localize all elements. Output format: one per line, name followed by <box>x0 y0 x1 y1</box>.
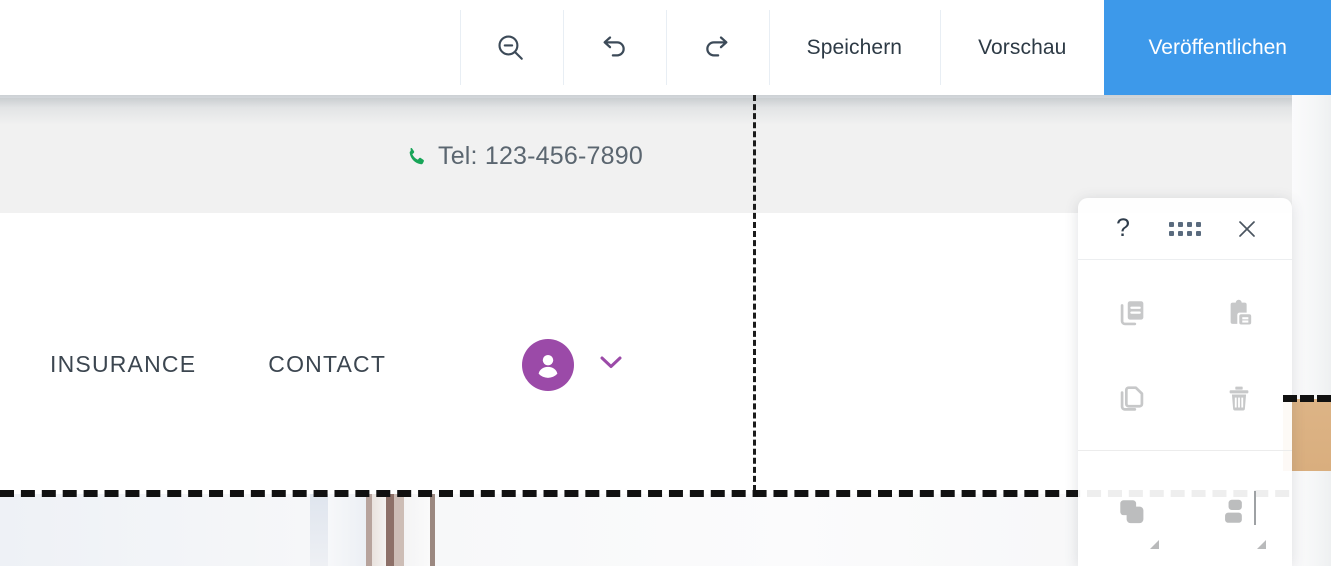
group-button[interactable] <box>1078 469 1185 559</box>
paste-icon <box>1222 297 1256 336</box>
selection-guide-vertical <box>753 95 756 491</box>
nav-item-insurance[interactable]: INSURANCE <box>50 351 196 378</box>
panel-arrange-grid <box>1078 451 1292 559</box>
nav-item-contact[interactable]: CONTACT <box>268 351 386 378</box>
undo-button[interactable] <box>562 0 666 95</box>
account-block <box>522 338 626 391</box>
publish-button[interactable]: Veröffentlichen <box>1104 0 1331 95</box>
group-layers-icon <box>1113 493 1151 536</box>
delete-button[interactable] <box>1185 359 1292 444</box>
duplicate-button[interactable] <box>1078 359 1185 444</box>
chevron-down-icon[interactable] <box>596 351 626 378</box>
copy-button[interactable] <box>1078 274 1185 359</box>
site-contact-bar[interactable]: Tel: 123-456-7890 <box>0 98 1331 213</box>
drag-handle-icon[interactable] <box>1164 208 1206 250</box>
panel-action-grid <box>1078 260 1292 444</box>
site-nav-items: INSURANCE CONTACT <box>50 338 626 391</box>
phone-icon <box>404 145 428 169</box>
editor-screen: Speichern Vorschau Veröffentlichen Tel: … <box>0 0 1331 566</box>
trash-icon <box>1222 382 1256 421</box>
copy-icon <box>1115 297 1149 336</box>
resize-corner-icon <box>1150 540 1159 549</box>
paste-button[interactable] <box>1185 274 1292 359</box>
resize-corner-icon <box>1257 540 1266 549</box>
duplicate-icon <box>1115 382 1149 421</box>
help-icon[interactable]: ? <box>1102 208 1144 250</box>
redo-button[interactable] <box>665 0 769 95</box>
undo-icon <box>597 31 631 65</box>
selection-guide-horizontal-right <box>1283 395 1331 409</box>
editor-toolbar: Speichern Vorschau Veröffentlichen <box>0 0 1331 95</box>
phone-number-text: Tel: 123-456-7890 <box>438 142 643 170</box>
close-icon[interactable] <box>1226 208 1268 250</box>
save-button[interactable]: Speichern <box>768 0 940 95</box>
preview-button[interactable]: Vorschau <box>940 0 1104 95</box>
redo-icon <box>700 31 734 65</box>
align-icon <box>1220 493 1258 536</box>
align-button[interactable] <box>1185 469 1292 559</box>
floating-action-panel[interactable]: ? <box>1078 198 1292 566</box>
phone-block[interactable]: Tel: 123-456-7890 <box>404 142 643 171</box>
zoom-out-icon <box>494 31 528 65</box>
panel-header: ? <box>1078 198 1292 260</box>
user-avatar-icon[interactable] <box>522 338 575 391</box>
align-guide-bar <box>1254 491 1256 525</box>
zoom-out-button[interactable] <box>459 0 563 95</box>
canvas-right-edge <box>1292 95 1331 566</box>
